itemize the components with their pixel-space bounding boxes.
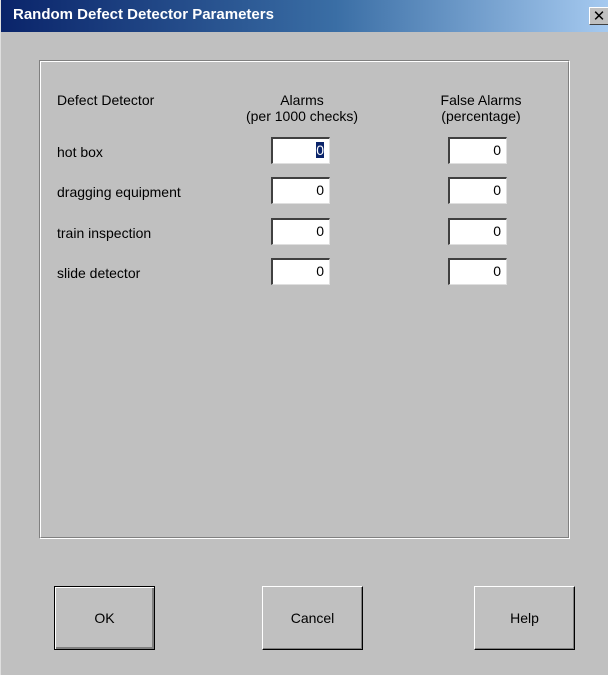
parameters-group-box [39, 60, 570, 539]
header-alarms-title: Alarms [280, 92, 324, 108]
group-box-inner-border [40, 61, 569, 538]
cancel-button[interactable]: Cancel [262, 586, 363, 650]
header-alarms: Alarms (per 1000 checks) [231, 92, 373, 124]
slide-detector-alarms-input[interactable]: 0 [271, 258, 330, 285]
row-label-hot-box: hot box [57, 144, 103, 160]
dragging-equipment-alarms-input[interactable]: 0 [271, 177, 330, 204]
hot-box-false-alarms-input[interactable]: 0 [448, 137, 507, 164]
dialog-window: Random Defect Detector Parameters ✕ Defe… [0, 0, 608, 675]
ok-button[interactable]: OK [54, 586, 155, 650]
hot-box-alarms-input[interactable]: 0 [271, 137, 330, 164]
row-label-train-inspection: train inspection [57, 225, 152, 241]
train-inspection-false-alarms-input[interactable]: 0 [448, 218, 507, 245]
slide-detector-false-alarms-input[interactable]: 0 [448, 258, 507, 285]
header-false-alarms: False Alarms (percentage) [417, 92, 545, 124]
help-button[interactable]: Help [474, 586, 575, 650]
header-false-alarms-unit: (percentage) [441, 108, 521, 124]
header-defect-detector: Defect Detector [57, 92, 155, 108]
train-inspection-alarms-input[interactable]: 0 [271, 218, 330, 245]
row-label-slide-detector: slide detector [57, 265, 141, 281]
close-icon: ✕ [592, 7, 606, 25]
header-alarms-unit: (per 1000 checks) [245, 108, 359, 124]
close-button[interactable]: ✕ [589, 7, 608, 25]
header-false-alarms-title: False Alarms [440, 92, 522, 108]
dragging-equipment-false-alarms-input[interactable]: 0 [448, 177, 507, 204]
window-title: Random Defect Detector Parameters [13, 6, 274, 23]
title-bar[interactable]: Random Defect Detector Parameters ✕ [1, 0, 608, 32]
row-label-dragging-equipment: dragging equipment [57, 184, 181, 200]
selected-text: 0 [316, 142, 324, 158]
